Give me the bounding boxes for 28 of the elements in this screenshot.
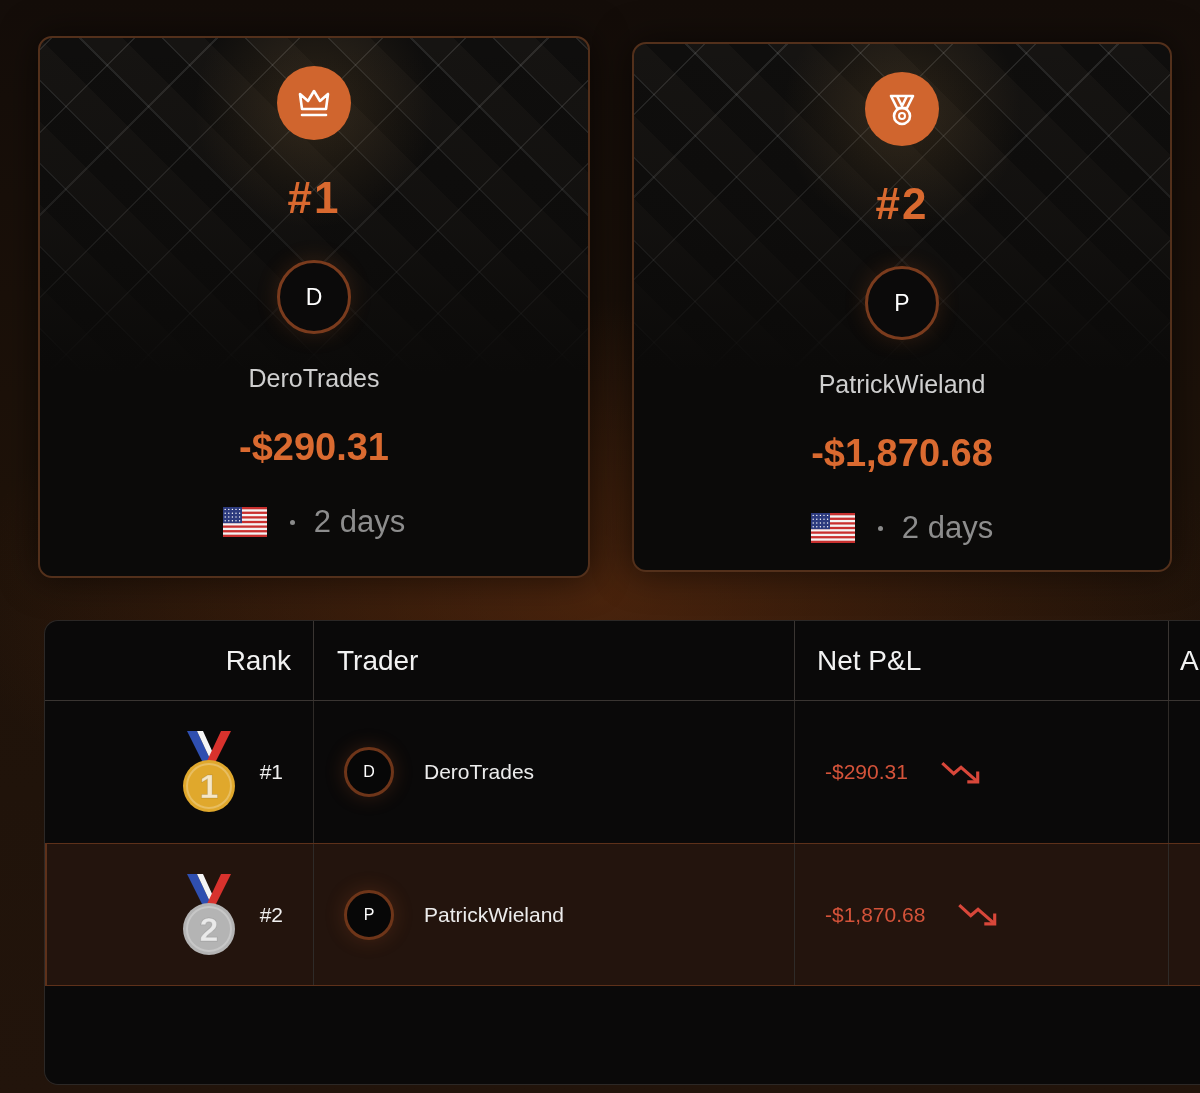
trader-name: DeroTrades <box>248 363 380 393</box>
column-header: A <box>1180 643 1199 678</box>
trader-name: PatrickWieland <box>818 369 986 399</box>
column-header: Net P&L <box>817 643 922 678</box>
column-header: Rank <box>225 643 291 678</box>
avatar: P <box>344 889 394 940</box>
rank-text: #2 <box>259 901 283 928</box>
time-text: 2 days <box>313 504 406 540</box>
time-text: 2 days <box>901 510 994 546</box>
dot-icon <box>877 525 883 531</box>
rank-label: #2 <box>875 178 929 230</box>
dot-icon <box>289 519 295 525</box>
trader-name: PatrickWieland <box>424 901 565 928</box>
flag-icon <box>810 513 855 543</box>
avatar: D <box>277 260 351 334</box>
trader-name: DeroTrades <box>424 759 535 785</box>
rank-text: #1 <box>259 759 283 785</box>
column-header: Trader <box>337 643 419 678</box>
pnl-value: -$1,870.68 <box>825 901 926 928</box>
avatar: D <box>344 747 394 797</box>
crown-icon <box>277 66 351 140</box>
flag-icon <box>222 507 267 537</box>
medal-icon <box>865 72 939 146</box>
rank-label: #1 <box>287 172 341 224</box>
pnl-value: -$290.31 <box>825 759 908 785</box>
pnl-value: -$1,870.68 <box>811 431 993 476</box>
avatar: P <box>865 266 939 340</box>
pnl-value: -$290.31 <box>239 425 389 470</box>
